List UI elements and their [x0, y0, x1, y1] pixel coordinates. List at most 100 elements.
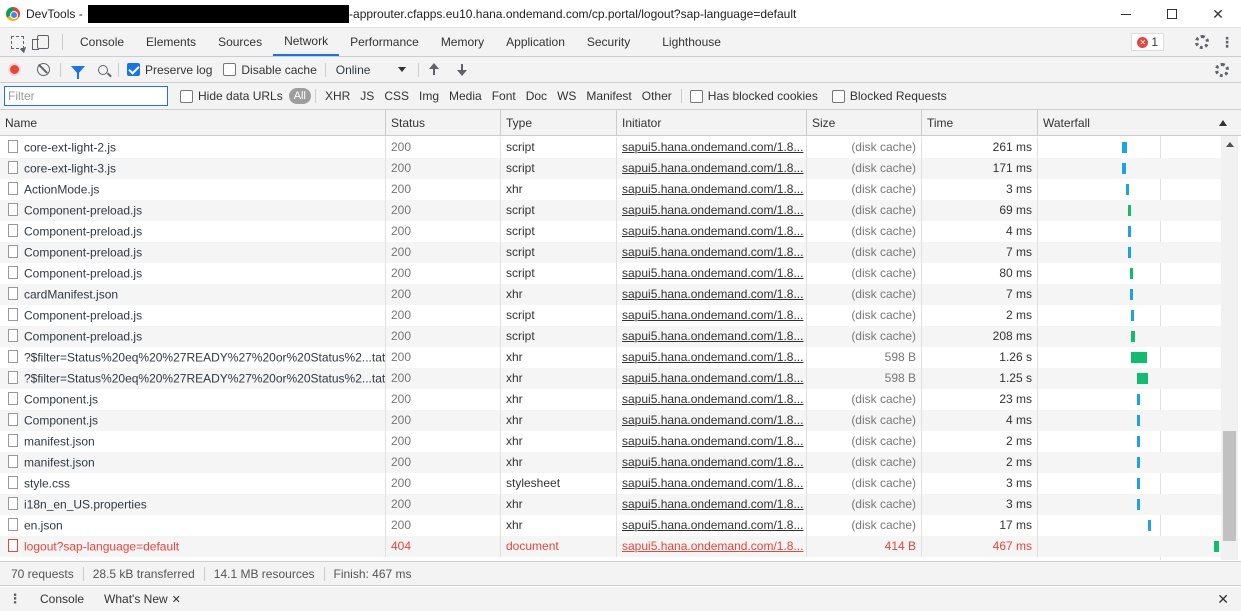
request-name-cell[interactable]: Component-preload.js: [0, 263, 386, 284]
request-name-cell[interactable]: Component.js: [0, 410, 386, 431]
filter-type-ws[interactable]: WS: [552, 89, 581, 103]
filter-input[interactable]: [4, 86, 168, 106]
tab-network[interactable]: Network: [273, 28, 340, 56]
table-row[interactable]: en.json 200 xhr sapui5.hana.ondemand.com/1.…: [0, 515, 1221, 536]
scrollbar-thumb[interactable]: [1223, 431, 1236, 541]
tab-performance[interactable]: Performance: [339, 28, 430, 56]
request-initiator-link[interactable]: sapui5.hana.ondemand.com/1.8...: [617, 515, 807, 536]
request-name-cell[interactable]: ActionMode.js: [0, 179, 386, 200]
request-initiator-link[interactable]: sapui5.hana.ondemand.com/1.8...: [617, 452, 807, 473]
request-name-cell[interactable]: Component-preload.js: [0, 326, 386, 347]
request-name-cell[interactable]: Component.js: [0, 389, 386, 410]
filter-type-xhr[interactable]: XHR: [320, 89, 355, 103]
tab-lighthouse[interactable]: Lighthouse: [651, 28, 732, 56]
request-initiator-link[interactable]: sapui5.hana.ondemand.com/1.8...: [617, 347, 807, 368]
column-header-time[interactable]: Time: [922, 110, 1038, 136]
request-initiator-link[interactable]: sapui5.hana.ondemand.com/1.8...: [617, 305, 807, 326]
filter-type-font[interactable]: Font: [487, 89, 521, 103]
filter-icon[interactable]: [71, 65, 85, 79]
close-drawer-icon[interactable]: ✕: [1217, 591, 1229, 608]
close-tab-icon[interactable]: ✕: [172, 593, 181, 606]
table-scrollbar[interactable]: [1221, 136, 1238, 560]
minimize-button[interactable]: [1103, 0, 1149, 28]
settings-gear-icon[interactable]: [1195, 35, 1209, 49]
request-initiator-link[interactable]: sapui5.hana.ondemand.com/1.8...: [617, 221, 807, 242]
table-row[interactable]: Component-preload.js 200 script sapui5.hana…: [0, 305, 1221, 326]
tab-elements[interactable]: Elements: [135, 28, 207, 56]
table-row[interactable]: ?$filter=Status%20eq%20%27READY%27%20or%…: [0, 347, 1221, 368]
request-name-cell[interactable]: core-ext-light-3.js: [0, 158, 386, 179]
request-initiator-link[interactable]: sapui5.hana.ondemand.com/1.8...: [617, 179, 807, 200]
table-row[interactable]: manifest.json 200 xhr sapui5.hana.ondemand.…: [0, 452, 1221, 473]
hide-data-urls-checkbox[interactable]: [180, 89, 193, 103]
tab-application[interactable]: Application: [495, 28, 576, 56]
table-row[interactable]: Component-preload.js 200 script sapui5.hana…: [0, 263, 1221, 284]
drawer-tab-whats-new[interactable]: What's New ✕: [94, 592, 191, 606]
request-name-cell[interactable]: cardManifest.json: [0, 284, 386, 305]
device-toolbar-button[interactable]: [30, 28, 56, 56]
request-initiator-link[interactable]: sapui5.hana.ondemand.com/1.8...: [617, 368, 807, 389]
close-window-button[interactable]: ✕: [1195, 0, 1241, 28]
column-header-initiator[interactable]: Initiator: [617, 110, 807, 136]
request-name-cell[interactable]: Component-preload.js: [0, 221, 386, 242]
request-name-cell[interactable]: Component-preload.js: [0, 200, 386, 221]
tab-sources[interactable]: Sources: [207, 28, 273, 56]
request-name-cell[interactable]: core-ext-light-2.js: [0, 137, 386, 158]
export-har-icon[interactable]: [455, 63, 469, 77]
filter-type-manifest[interactable]: Manifest: [581, 89, 636, 103]
table-row[interactable]: ?$filter=Status%20eq%20%27READY%27%20or%…: [0, 368, 1221, 389]
table-row[interactable]: core-ext-light-2.js 200 script sapui5.hana.…: [0, 137, 1221, 158]
request-initiator-link[interactable]: sapui5.hana.ondemand.com/1.8...: [617, 410, 807, 431]
network-settings-gear-icon[interactable]: [1215, 62, 1229, 77]
column-header-size[interactable]: Size: [807, 110, 922, 136]
table-row[interactable]: cardManifest.json 200 xhr sapui5.hana.ondem…: [0, 284, 1221, 305]
request-name-cell[interactable]: Component-preload.js: [0, 305, 386, 326]
request-name-cell[interactable]: manifest.json: [0, 452, 386, 473]
request-initiator-link[interactable]: sapui5.hana.ondemand.com/1.8...: [617, 536, 807, 557]
drawer-menu-icon[interactable]: ⋮: [0, 591, 30, 607]
record-button[interactable]: [8, 63, 21, 76]
request-initiator-link[interactable]: sapui5.hana.ondemand.com/1.8...: [617, 473, 807, 494]
request-initiator-link[interactable]: sapui5.hana.ondemand.com/1.8...: [617, 431, 807, 452]
table-row[interactable]: Component-preload.js 200 script sapui5.hana…: [0, 221, 1221, 242]
column-header-waterfall[interactable]: Waterfall: [1038, 110, 1241, 136]
column-header-name[interactable]: Name: [0, 110, 386, 136]
request-initiator-link[interactable]: sapui5.hana.ondemand.com/1.8...: [617, 494, 807, 515]
request-name-cell[interactable]: style.css: [0, 473, 386, 494]
search-icon[interactable]: [98, 64, 108, 75]
table-row[interactable]: Component-preload.js 200 script sapui5.hana…: [0, 326, 1221, 347]
table-row[interactable]: Component.js 200 xhr sapui5.hana.ondemand.c…: [0, 410, 1221, 431]
column-header-type[interactable]: Type: [501, 110, 617, 136]
request-name-cell[interactable]: manifest.json: [0, 431, 386, 452]
request-name-cell[interactable]: ?$filter=Status%20eq%20%27READY%27%20or%…: [0, 368, 386, 389]
request-initiator-link[interactable]: sapui5.hana.ondemand.com/1.8...: [617, 326, 807, 347]
tab-memory[interactable]: Memory: [430, 28, 495, 56]
table-row[interactable]: Component-preload.js 200 script sapui5.hana…: [0, 242, 1221, 263]
request-name-cell[interactable]: en.json: [0, 515, 386, 536]
table-row[interactable]: core-ext-light-3.js 200 script sapui5.hana.…: [0, 158, 1221, 179]
clear-icon[interactable]: [37, 63, 50, 76]
request-initiator-link[interactable]: sapui5.hana.ondemand.com/1.8...: [617, 242, 807, 263]
request-name-cell[interactable]: i18n_en_US.properties: [0, 494, 386, 515]
filter-type-css[interactable]: CSS: [379, 89, 414, 103]
tab-console[interactable]: Console: [69, 28, 135, 56]
table-row[interactable]: Component-preload.js 200 script sapui5.hana…: [0, 200, 1221, 221]
scroll-up-icon[interactable]: [1226, 142, 1234, 147]
request-initiator-link[interactable]: sapui5.hana.ondemand.com/1.8...: [617, 389, 807, 410]
request-initiator-link[interactable]: sapui5.hana.ondemand.com/1.8...: [617, 137, 807, 158]
request-initiator-link[interactable]: sapui5.hana.ondemand.com/1.8...: [617, 158, 807, 179]
request-initiator-link[interactable]: sapui5.hana.ondemand.com/1.8...: [617, 263, 807, 284]
table-row[interactable]: style.css 200 stylesheet sapui5.hana.ondema…: [0, 473, 1221, 494]
tab-security[interactable]: Security: [576, 28, 641, 56]
error-count-badge[interactable]: ✕ 1: [1131, 33, 1164, 51]
table-row[interactable]: Component.js 200 xhr sapui5.hana.ondemand.c…: [0, 389, 1221, 410]
column-header-status[interactable]: Status: [386, 110, 501, 136]
table-row[interactable]: logout?sap-language=default 404 document sa…: [0, 536, 1221, 557]
filter-type-media[interactable]: Media: [444, 89, 487, 103]
request-initiator-link[interactable]: sapui5.hana.ondemand.com/1.8...: [617, 284, 807, 305]
filter-type-img[interactable]: Img: [414, 89, 444, 103]
table-row[interactable]: ActionMode.js 200 xhr sapui5.hana.ondemand.…: [0, 179, 1221, 200]
table-row[interactable]: manifest.json 200 xhr sapui5.hana.ondemand.…: [0, 431, 1221, 452]
inspect-element-button[interactable]: [4, 28, 30, 56]
maximize-button[interactable]: [1149, 0, 1195, 28]
